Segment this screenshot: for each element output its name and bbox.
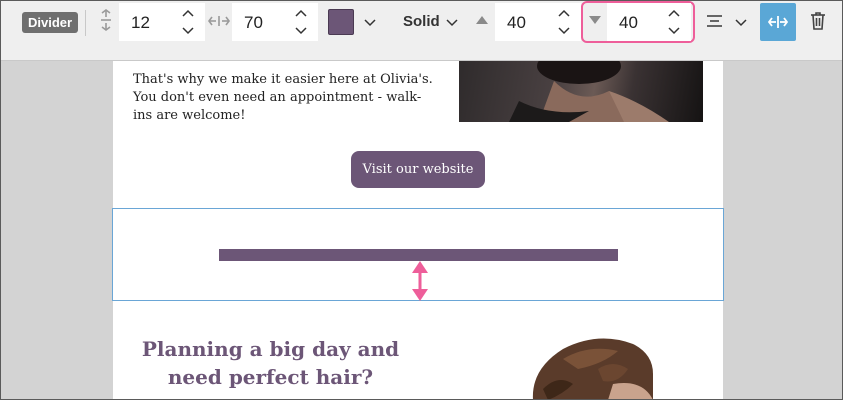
divider-width-value: 12 [131, 13, 150, 32]
decrement-icon[interactable] [294, 23, 308, 37]
toolbar-separator [85, 10, 86, 36]
block-type-badge: Divider [22, 12, 79, 33]
increment-icon[interactable] [294, 7, 308, 21]
align-center-icon[interactable] [706, 14, 723, 28]
padding-top-value: 40 [507, 13, 526, 32]
divider-color-swatch[interactable] [328, 9, 354, 35]
divider-length-icon [208, 13, 230, 29]
woman-back-photo [459, 61, 703, 122]
decrement-icon[interactable] [667, 23, 681, 37]
toolbar: Divider 12 70 Solid 40 40 [0, 0, 843, 61]
divider-width-input[interactable]: 12 [119, 3, 205, 41]
full-width-toggle-button[interactable] [760, 3, 796, 41]
email-canvas: That's why we make it easier here at Oli… [112, 61, 724, 400]
padding-bottom-icon [589, 16, 601, 24]
divider-length-input[interactable]: 70 [232, 3, 318, 41]
expand-horizontal-icon [768, 16, 788, 28]
increment-icon[interactable] [667, 7, 681, 21]
padding-resize-handle-icon[interactable] [412, 261, 428, 301]
align-dropdown-chevron-icon[interactable] [734, 15, 748, 29]
divider-style-select[interactable]: Solid [403, 13, 440, 30]
decrement-icon[interactable] [181, 23, 195, 37]
increment-icon[interactable] [181, 7, 195, 21]
hairstyle-photo [503, 329, 703, 400]
divider-width-icon [98, 9, 114, 31]
style-dropdown-chevron-icon[interactable] [445, 15, 459, 29]
visit-website-button[interactable]: Visit our website [351, 151, 485, 188]
intro-paragraph: That's why we make it easier here at Oli… [133, 72, 433, 123]
padding-top-input[interactable]: 40 [495, 3, 581, 41]
color-dropdown-chevron-icon[interactable] [363, 15, 377, 29]
divider-length-value: 70 [244, 13, 263, 32]
section-heading: Planning a big day and need perfect hair… [141, 337, 400, 389]
divider-line [219, 249, 618, 261]
increment-icon[interactable] [557, 7, 571, 21]
trash-icon[interactable] [810, 11, 826, 30]
decrement-icon[interactable] [557, 23, 571, 37]
padding-bottom-value: 40 [619, 13, 638, 32]
padding-top-icon [476, 16, 488, 24]
padding-bottom-input[interactable]: 40 [607, 3, 691, 41]
